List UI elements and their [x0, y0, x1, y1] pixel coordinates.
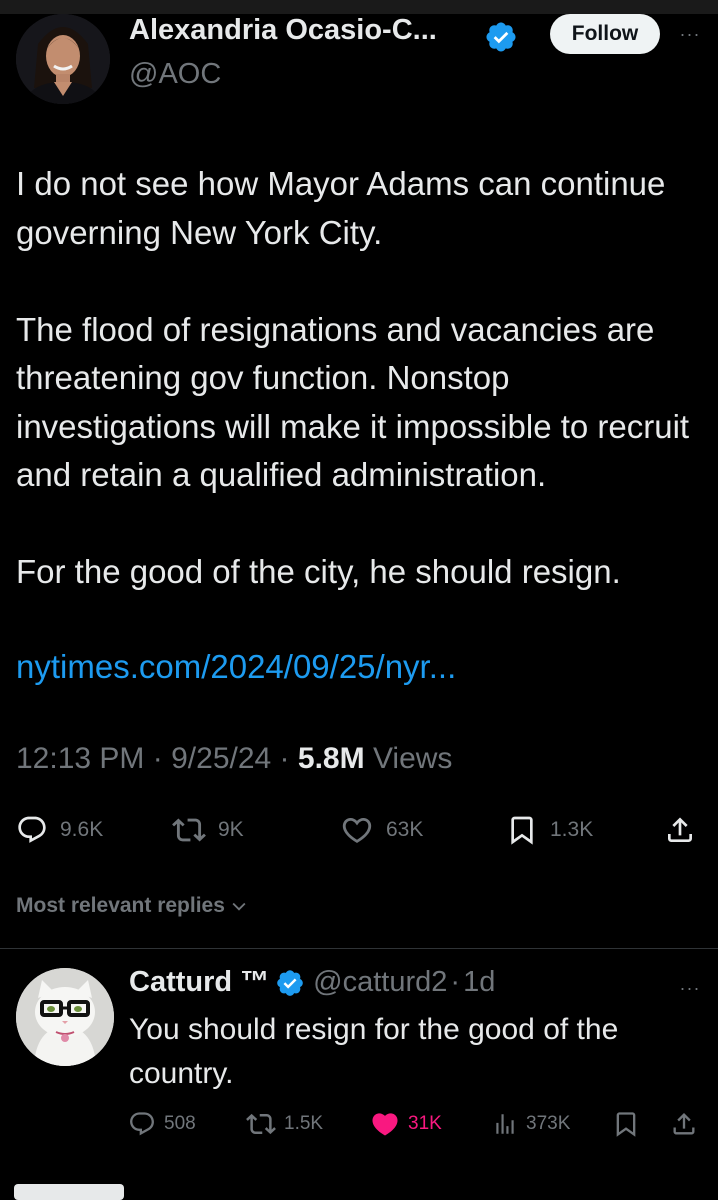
like-button[interactable]: 63K	[340, 810, 423, 850]
share-button[interactable]	[664, 810, 696, 850]
next-reply-peek	[0, 1162, 718, 1200]
reply-repost-count: 1.5K	[284, 1113, 324, 1134]
follow-button[interactable]: Follow	[550, 14, 660, 54]
bookmark-icon	[511, 816, 533, 845]
views-count: 5.8M	[297, 742, 365, 775]
reply-views-button[interactable]: 373K	[492, 1106, 570, 1142]
meta-separator: ·	[450, 966, 461, 998]
tweet-paragraph: For the good of the city, he should resi…	[16, 553, 621, 590]
more-options-icon[interactable]: ···	[672, 16, 708, 52]
bookmark-button[interactable]: 1.3K	[506, 810, 593, 850]
replies-sort-dropdown[interactable]: Most relevant replies	[16, 894, 249, 918]
views-label: Views	[372, 742, 453, 775]
reply-author-avatar[interactable]	[16, 968, 114, 1066]
repost-icon	[246, 1113, 276, 1135]
bookmark-count: 1.3K	[550, 818, 594, 841]
author-avatar-image	[16, 14, 110, 104]
chevron-down-icon	[232, 902, 246, 911]
reply-views-count: 373K	[526, 1113, 571, 1134]
article-link[interactable]: nytimes.com/2024/09/25/nyr...	[16, 648, 456, 686]
author-avatar[interactable]	[16, 14, 110, 104]
reply-author-handle[interactable]: @catturd2	[313, 966, 447, 999]
replies-sort-label: Most relevant replies	[16, 894, 225, 917]
verified-badge-icon	[484, 20, 518, 54]
reply-count: 9.6K	[60, 818, 104, 841]
reply-icon	[18, 816, 46, 843]
tweet-text: I do not see how Mayor Adams can continu…	[16, 160, 716, 597]
meta-separator: ·	[152, 742, 163, 775]
author-handle[interactable]: @AOC	[129, 58, 221, 91]
tweet-paragraph: I do not see how Mayor Adams can continu…	[16, 165, 666, 251]
reply-more-options-icon[interactable]: ···	[672, 970, 708, 1006]
reply-button[interactable]: 9.6K	[16, 810, 103, 850]
reply-text: You should resign for the good of the co…	[129, 1013, 619, 1090]
reply-share-button[interactable]	[670, 1106, 698, 1142]
analytics-icon	[496, 1114, 514, 1134]
reply-header: Catturd ™ @catturd2 · 1d	[129, 966, 495, 999]
reply-age[interactable]: 1d	[463, 966, 495, 999]
heart-filled-icon	[372, 1113, 398, 1136]
reply-repost-button[interactable]: 1.5K	[246, 1106, 323, 1142]
reply-bookmark-button[interactable]	[612, 1106, 640, 1142]
reply-author-name[interactable]: Catturd ™	[129, 966, 269, 999]
tweet-time[interactable]: 12:13 PM	[16, 742, 144, 775]
verified-badge-icon	[275, 968, 305, 998]
reply-reply-button[interactable]: 508	[128, 1106, 196, 1142]
heart-icon	[342, 817, 372, 843]
meta-separator: ·	[279, 742, 290, 775]
reply-like-button[interactable]: 31K	[370, 1106, 442, 1142]
share-icon	[673, 1113, 695, 1135]
repost-icon	[172, 818, 206, 842]
like-count: 63K	[386, 818, 424, 841]
share-icon	[668, 817, 692, 842]
tweet-paragraph: The flood of resignations and vacancies …	[16, 310, 690, 494]
top-status-strip	[0, 0, 718, 14]
author-name[interactable]: Alexandria Ocasio-C...	[129, 14, 437, 47]
repost-button[interactable]: 9K	[172, 810, 244, 850]
bookmark-icon	[616, 1112, 636, 1137]
section-divider	[0, 948, 718, 949]
repost-count: 9K	[218, 818, 244, 841]
reply-like-count: 31K	[408, 1113, 442, 1134]
cat-avatar-image	[16, 968, 114, 1066]
next-reply-avatar-edge	[14, 1184, 124, 1200]
tweet-date[interactable]: 9/25/24	[171, 742, 271, 775]
tweet-metadata: 12:13 PM · 9/25/24 · 5.8M Views	[16, 742, 452, 776]
reply-reply-count: 508	[164, 1113, 196, 1134]
reply-icon	[130, 1112, 154, 1136]
